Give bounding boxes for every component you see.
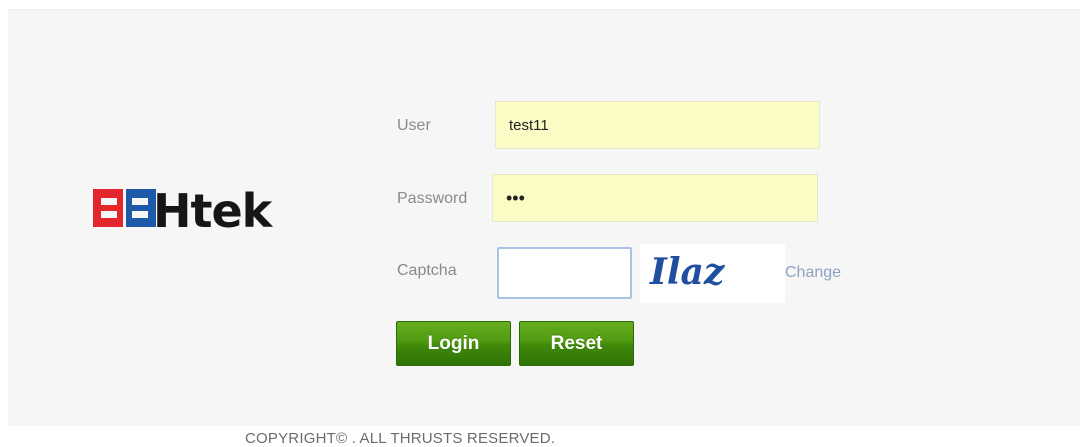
login-button[interactable]: Login bbox=[396, 321, 511, 366]
copyright-text: COPYRIGHT© . ALL THRUSTS RESERVED. bbox=[245, 430, 556, 447]
user-label: User bbox=[397, 117, 431, 134]
captcha-image: Ilaz bbox=[640, 244, 785, 303]
password-label: Password bbox=[397, 190, 468, 207]
reset-button[interactable]: Reset bbox=[519, 321, 634, 366]
captcha-input[interactable] bbox=[497, 247, 632, 299]
svg-text:Ilaz: Ilaz bbox=[649, 251, 726, 293]
user-input[interactable] bbox=[495, 101, 820, 149]
svg-text:Htek: Htek bbox=[153, 186, 274, 234]
password-input[interactable] bbox=[492, 174, 818, 222]
captcha-label: Captcha bbox=[397, 262, 457, 279]
htek-logo: Htek bbox=[93, 186, 275, 234]
change-captcha-link[interactable]: Change bbox=[785, 264, 841, 282]
